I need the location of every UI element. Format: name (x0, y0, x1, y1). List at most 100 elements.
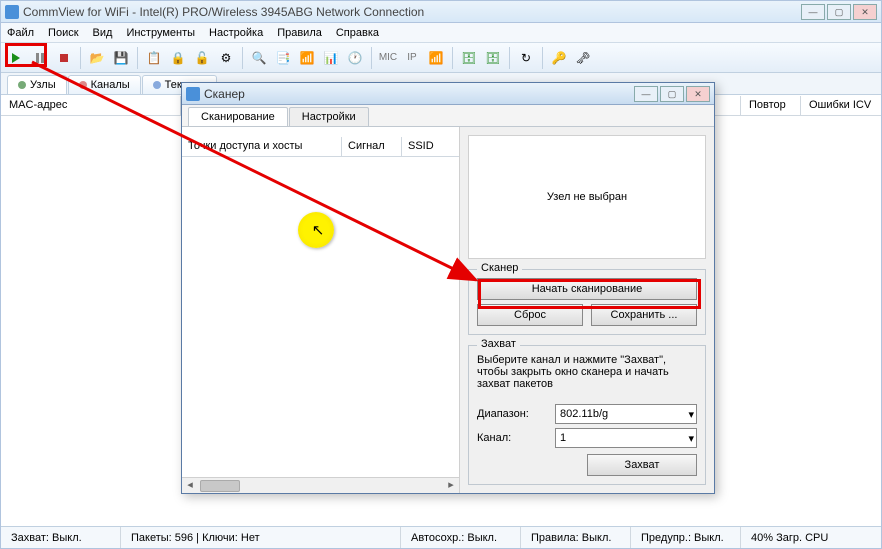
tab-dot-icon (79, 81, 87, 89)
scanner-dialog: Сканер — ▢ ✕ Сканирование Настройки Точк… (181, 82, 715, 494)
tab-nodes[interactable]: Узлы (7, 75, 67, 94)
scanner-list-body[interactable] (182, 157, 459, 477)
tab-dot-icon (18, 81, 26, 89)
menu-file[interactable]: Файл (7, 27, 34, 39)
gear-icon: ⚙ (221, 51, 232, 65)
scanner-tab-settings[interactable]: Настройки (289, 107, 369, 126)
rules-icon: 📑 (276, 51, 291, 65)
scanner-tabs: Сканирование Настройки (182, 105, 714, 127)
lock-icon: 🔒 (171, 51, 186, 65)
minimize-button[interactable]: — (801, 4, 825, 20)
save-button[interactable]: 💾 (110, 47, 132, 69)
search-icon: 🔍 (252, 51, 267, 65)
stats-button[interactable]: 📶 (296, 47, 318, 69)
col-ssid[interactable]: SSID (402, 137, 459, 156)
db1-button[interactable]: 🗄 (458, 47, 480, 69)
scanner-close-button[interactable]: ✕ (686, 86, 710, 102)
menu-tools[interactable]: Инструменты (126, 27, 195, 39)
app-icon (5, 5, 19, 19)
status-capture: Захват: Выкл. (1, 527, 121, 548)
disk-icon: 💾 (114, 51, 129, 65)
scanner-group-legend: Сканер (477, 262, 522, 274)
tab-channels[interactable]: Каналы (68, 75, 141, 94)
clipboard-button[interactable]: 📋 (143, 47, 165, 69)
mic-button[interactable]: MIC (377, 47, 399, 69)
stop-icon (60, 54, 68, 62)
scroll-right-icon[interactable]: ▸ (443, 478, 459, 493)
scanner-minimize-button[interactable]: — (634, 86, 658, 102)
channel-select[interactable]: 1▾ (555, 428, 697, 448)
stop-button[interactable] (53, 47, 75, 69)
pause-button[interactable] (29, 47, 51, 69)
chevron-down-icon: ▾ (688, 432, 694, 445)
menubar: Файл Поиск Вид Инструменты Настройка Пра… (1, 23, 881, 43)
stats-icon: 📶 (300, 51, 315, 65)
toolbar: 📂 💾 📋 🔒 🔓 ⚙ 🔍 📑 📶 📊 🕐 MIC IP 📶 🗄 🗄 ↻ 🔑 🗝 (1, 43, 881, 73)
wifi-icon: 📶 (429, 51, 444, 65)
save-button[interactable]: Сохранить ... (591, 304, 697, 326)
unlock-button[interactable]: 🔓 (191, 47, 213, 69)
db-icon: 🗄 (485, 51, 500, 65)
status-packets: Пакеты: 596 | Ключи: Нет (121, 527, 401, 548)
scanner-list-header: Точки доступа и хосты Сигнал SSID (182, 137, 459, 157)
refresh-button[interactable]: ↻ (515, 47, 537, 69)
db-icon: 🗄 (461, 51, 476, 65)
col-mac[interactable]: MAC-адрес (1, 96, 181, 115)
menu-help[interactable]: Справка (336, 27, 379, 39)
open-button[interactable]: 📂 (86, 47, 108, 69)
mic-icon: MIC (379, 52, 397, 63)
key-button[interactable]: 🔑 (548, 47, 570, 69)
scroll-thumb[interactable] (200, 480, 240, 492)
capture-button[interactable]: Захват (587, 454, 697, 476)
close-button[interactable]: ✕ (853, 4, 877, 20)
col-icv[interactable]: Ошибки ICV (801, 96, 881, 115)
tab-dot-icon (153, 81, 161, 89)
chevron-down-icon: ▾ (688, 408, 694, 421)
wifi-button[interactable]: 📶 (425, 47, 447, 69)
no-node-label: Узел не выбран (547, 191, 627, 203)
start-scan-button[interactable]: Начать сканирование (477, 278, 697, 300)
key-icon: 🔑 (552, 51, 567, 65)
menu-search[interactable]: Поиск (48, 27, 78, 39)
status-warn: Предупр.: Выкл. (631, 527, 741, 548)
key-icon: 🗝 (575, 51, 590, 65)
statusbar: Захват: Выкл. Пакеты: 596 | Ключи: Нет А… (1, 526, 881, 548)
scanner-tab-scan[interactable]: Сканирование (188, 107, 288, 126)
scroll-left-icon[interactable]: ◂ (182, 478, 198, 493)
rules-button[interactable]: 📑 (272, 47, 294, 69)
folder-icon: 📂 (90, 51, 105, 65)
chart-icon: 📊 (324, 51, 339, 65)
clipboard-icon: 📋 (147, 51, 162, 65)
status-cpu: 40% Загр. CPU (741, 527, 881, 548)
col-repeat[interactable]: Повтор (741, 96, 801, 115)
scanner-hscrollbar[interactable]: ◂ ▸ (182, 477, 459, 493)
zoom-button[interactable]: 🔍 (248, 47, 270, 69)
reset-button[interactable]: Сброс (477, 304, 583, 326)
ip-button[interactable]: IP (401, 47, 423, 69)
menu-settings[interactable]: Настройка (209, 27, 263, 39)
scanner-app-icon (186, 87, 200, 101)
chart-button[interactable]: 📊 (320, 47, 342, 69)
menu-view[interactable]: Вид (93, 27, 113, 39)
capture-group: Захват Выберите канал и нажмите "Захват"… (468, 345, 706, 485)
db2-button[interactable]: 🗄 (482, 47, 504, 69)
main-titlebar: CommView for WiFi - Intel(R) PRO/Wireles… (1, 1, 881, 23)
scanner-group: Сканер Начать сканирование Сброс Сохрани… (468, 269, 706, 335)
range-select[interactable]: 802.11b/g▾ (555, 404, 697, 424)
scanner-titlebar: Сканер — ▢ ✕ (182, 83, 714, 105)
sched-button[interactable]: 🕐 (344, 47, 366, 69)
scanner-maximize-button[interactable]: ▢ (660, 86, 684, 102)
maximize-button[interactable]: ▢ (827, 4, 851, 20)
scanner-list-panel: Точки доступа и хосты Сигнал SSID ◂ ▸ (182, 127, 460, 493)
unlock-icon: 🔓 (195, 51, 210, 65)
col-access-points[interactable]: Точки доступа и хосты (182, 137, 342, 156)
play-button[interactable] (5, 47, 27, 69)
lock-button[interactable]: 🔒 (167, 47, 189, 69)
menu-rules[interactable]: Правила (277, 27, 322, 39)
key2-button[interactable]: 🗝 (572, 47, 594, 69)
scanner-title: Сканер (204, 87, 634, 101)
clock-icon: 🕐 (348, 51, 363, 65)
col-signal[interactable]: Сигнал (342, 137, 402, 156)
main-title: CommView for WiFi - Intel(R) PRO/Wireles… (23, 5, 801, 19)
options-button[interactable]: ⚙ (215, 47, 237, 69)
